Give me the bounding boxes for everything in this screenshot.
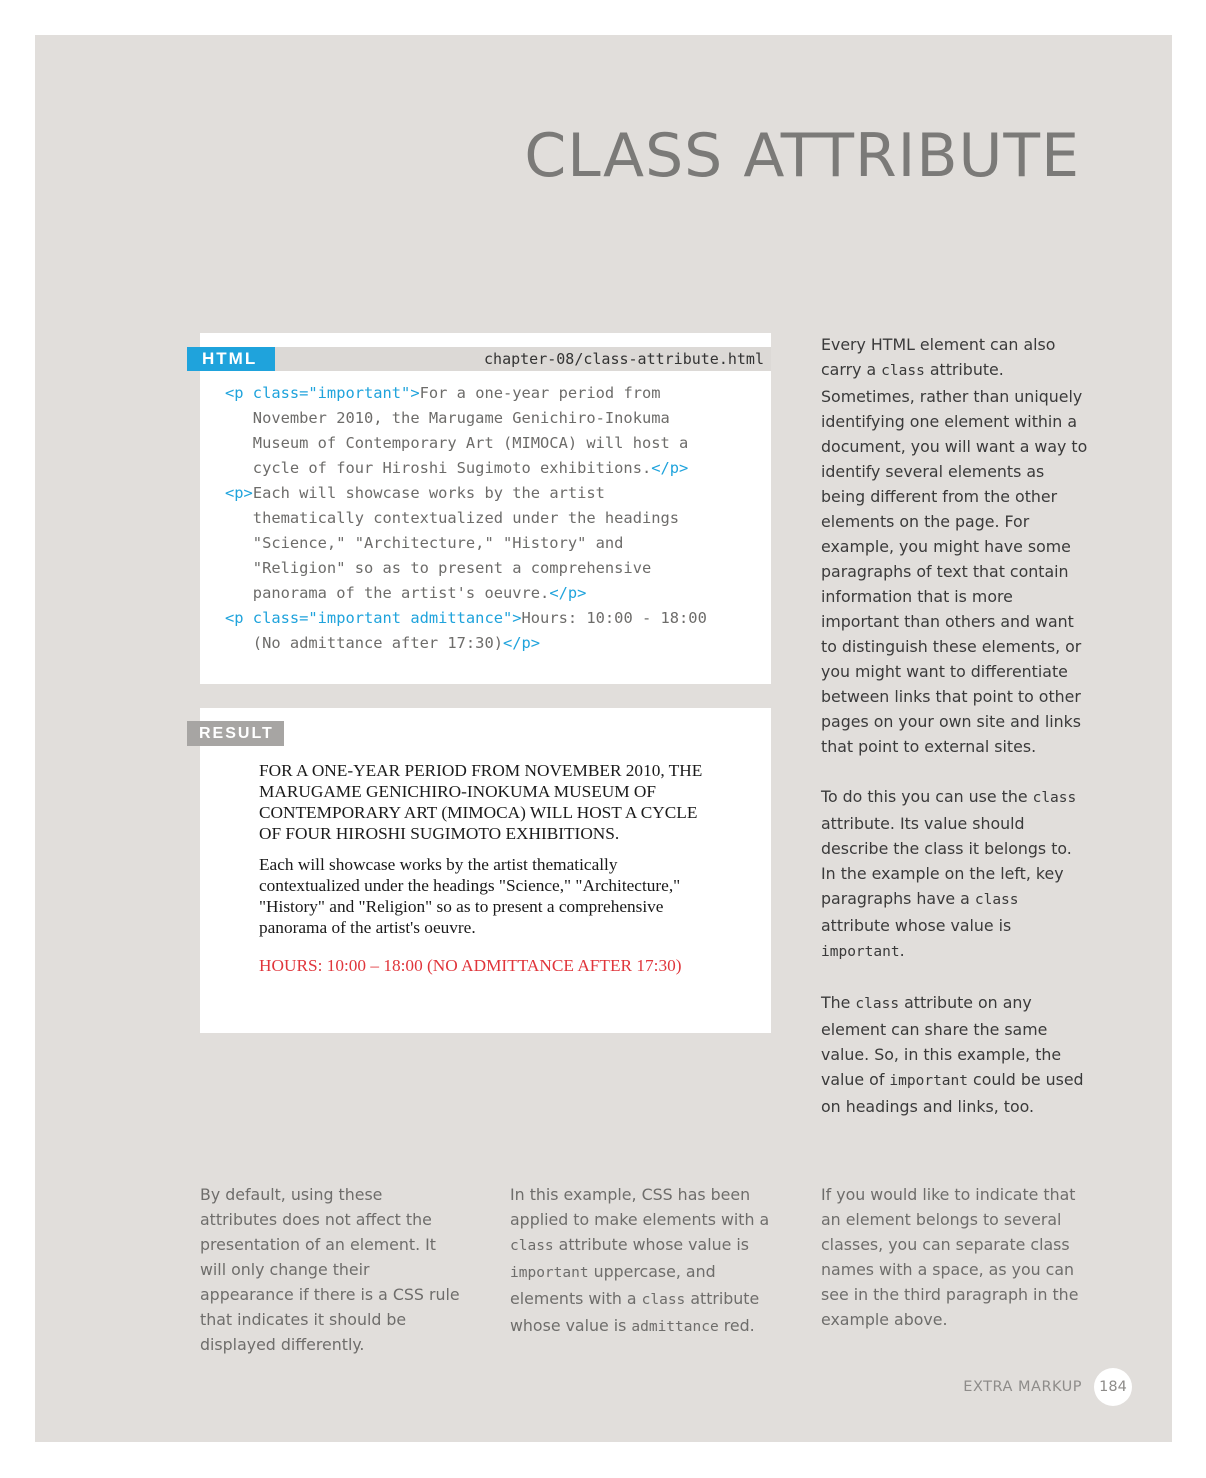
code-term: admittance (631, 1319, 719, 1335)
result-panel: RESULT For a one-year period from Novemb… (187, 708, 771, 1033)
code-tag: </p> (502, 634, 541, 652)
html-code-panel: HTML chapter-08/class-attribute.html <p … (187, 333, 771, 684)
text-run: attribute. Its value should describe the… (821, 814, 1072, 908)
result-paragraph-admittance: Hours: 10:00 – 18:00 (No admittance afte… (259, 956, 682, 975)
section-name: EXTRA MARKUP (963, 1379, 1082, 1395)
side-description: Every HTML element can also carry a clas… (821, 332, 1091, 1144)
code-tag: </p> (549, 584, 587, 602)
text-run: . (899, 941, 905, 960)
file-name: chapter-08/class-attribute.html (484, 350, 764, 368)
result-label: RESULT (187, 721, 284, 746)
text-run: attribute whose value is (821, 916, 1012, 935)
code-line: <p class="important">For a one-year peri… (225, 381, 707, 406)
code-term: class (641, 1292, 686, 1308)
code-line: Museum of Contemporary Art (MIMOCA) will… (225, 431, 707, 456)
code-tag: <p> (225, 484, 253, 502)
result-render: For a one-year period from November 2010… (259, 760, 719, 976)
code-text: (No admittance after 17:30) (225, 634, 503, 652)
code-line: panorama of the artist's oeuvre.</p> (225, 581, 707, 606)
code-text: Museum of Contemporary Art (MIMOCA) will… (225, 434, 689, 452)
code-term: important (889, 1073, 968, 1089)
code-tag: </p> (651, 459, 689, 477)
code-block: <p class="important">For a one-year peri… (225, 381, 707, 656)
text-run: red. (718, 1316, 755, 1335)
side-paragraph: The class attribute on any element can s… (821, 990, 1091, 1119)
bottom-column-3: If you would like to indicate that an el… (821, 1182, 1083, 1332)
text-run: If you would like to indicate that an el… (821, 1185, 1079, 1329)
code-term: class (974, 892, 1019, 908)
code-line: cycle of four Hiroshi Sugimoto exhibitio… (225, 456, 707, 481)
bottom-paragraph: By default, using these attributes does … (200, 1182, 462, 1357)
side-paragraph: Every HTML element can also carry a clas… (821, 332, 1091, 759)
code-term: important (510, 1265, 589, 1281)
page-number: 184 (1094, 1368, 1132, 1406)
code-term: class (1032, 790, 1077, 806)
bottom-paragraph: In this example, CSS has been applied to… (510, 1182, 772, 1340)
code-term: class (881, 363, 925, 379)
code-text: November 2010, the Marugame Genichiro-In… (225, 409, 670, 427)
page-title: CLASS ATTRIBUTE (524, 121, 1080, 191)
code-line: November 2010, the Marugame Genichiro-In… (225, 406, 707, 431)
code-text: thematically contextualized under the he… (225, 509, 680, 527)
code-line: "Religion" so as to present a comprehens… (225, 556, 707, 581)
text-run: To do this you can use the (821, 787, 1033, 806)
code-line: thematically contextualized under the he… (225, 506, 707, 531)
code-text: "Religion" so as to present a comprehens… (225, 559, 652, 577)
code-line: <p>Each will showcase works by the artis… (225, 481, 707, 506)
side-paragraph: To do this you can use the class attribu… (821, 784, 1091, 965)
page-footer: EXTRA MARKUP 184 (963, 1367, 1132, 1407)
code-text: Hours: 10:00 - 18:00 (521, 609, 707, 627)
code-line: (No admittance after 17:30)</p> (225, 631, 707, 656)
code-tag: <p class="important"> (225, 384, 420, 402)
bottom-column-1: By default, using these attributes does … (200, 1182, 462, 1357)
html-label: HTML (187, 347, 275, 371)
code-term: class (855, 996, 900, 1012)
code-line: <p class="important admittance">Hours: 1… (225, 606, 707, 631)
page: CLASS ATTRIBUTE HTML chapter-08/class-at… (35, 35, 1172, 1442)
result-paragraph-important: For a one-year period from November 2010… (259, 761, 703, 843)
code-text: "Science," "Architecture," "History" and (225, 534, 624, 552)
text-run: attribute. Sometimes, rather than unique… (821, 360, 1088, 756)
code-text: panorama of the artist's oeuvre. (225, 584, 550, 602)
bottom-paragraph: If you would like to indicate that an el… (821, 1182, 1083, 1332)
text-run: By default, using these attributes does … (200, 1185, 460, 1354)
code-line: "Science," "Architecture," "History" and (225, 531, 707, 556)
text-run: attribute whose value is (553, 1235, 749, 1254)
code-text: cycle of four Hiroshi Sugimoto exhibitio… (225, 459, 652, 477)
text-run: The (821, 993, 856, 1012)
text-run: In this example, CSS has been applied to… (510, 1185, 770, 1229)
code-term: important (821, 944, 900, 960)
code-text: For a one-year period from (419, 384, 661, 402)
code-term: class (510, 1238, 554, 1254)
result-paragraph: Each will showcase works by the artist t… (259, 855, 681, 937)
bottom-column-2: In this example, CSS has been applied to… (510, 1182, 772, 1340)
code-tag: <p class="important admittance"> (225, 609, 522, 627)
code-text: Each will showcase works by the artist (252, 484, 605, 502)
